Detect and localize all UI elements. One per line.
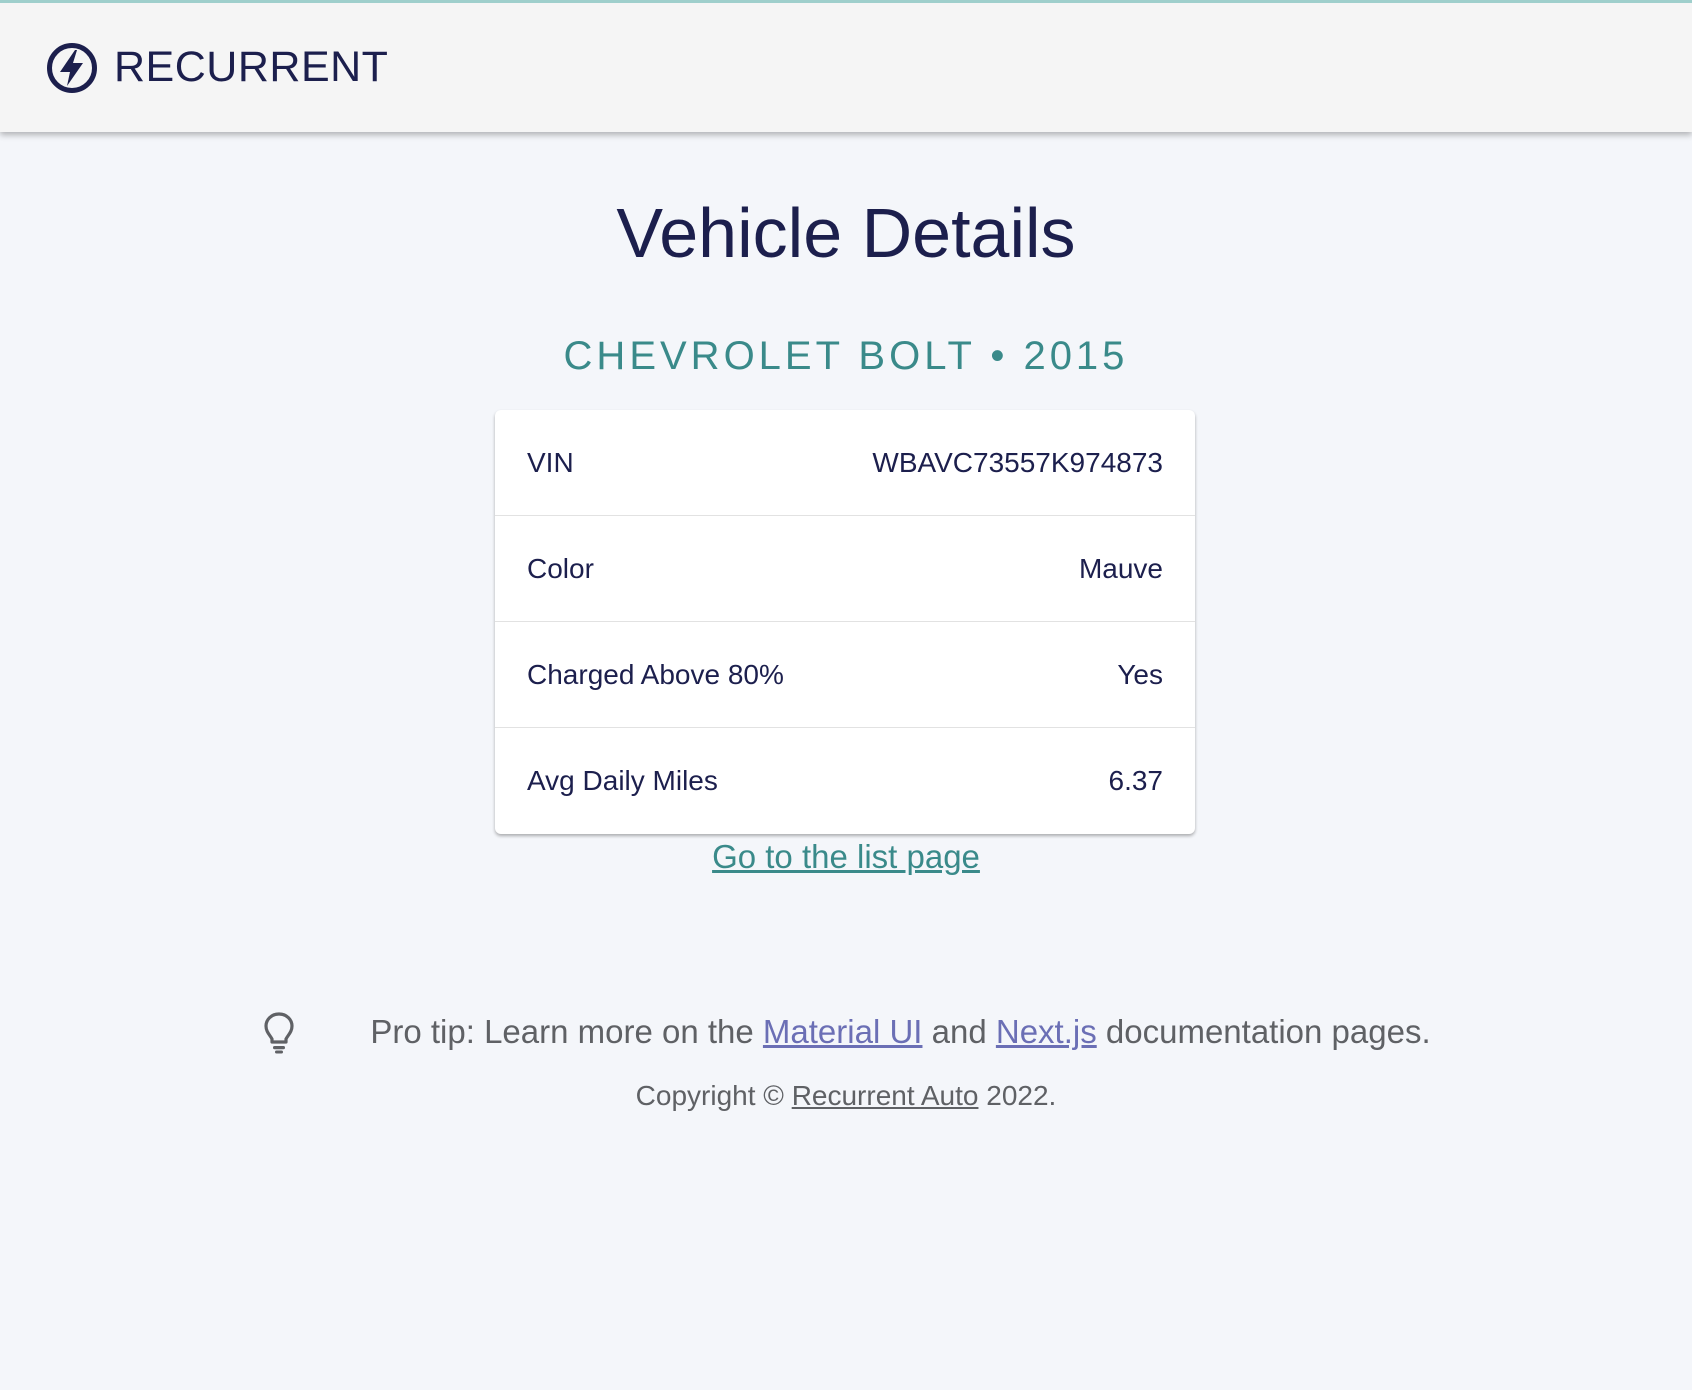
protip-suffix: documentation pages. <box>1096 1013 1431 1050</box>
protip-prefix: Pro tip: Learn more on the <box>370 1013 763 1050</box>
pro-tip: Pro tip: Learn more on the Material UI a… <box>0 982 1692 1081</box>
copyright-suffix: 2022. <box>978 1080 1057 1111</box>
app-bar: RECURRENT <box>0 0 1692 132</box>
lightning-bolt-circle-icon[interactable] <box>46 42 98 94</box>
brand-name[interactable]: RECURRENT <box>114 43 388 92</box>
vehicle-details-card: VIN WBAVC73557K974873 Color Mauve Charge… <box>495 410 1195 834</box>
detail-row-avg-miles: Avg Daily Miles 6.37 <box>495 728 1195 834</box>
lightbulb-icon <box>261 1010 297 1054</box>
detail-value: 6.37 <box>1108 765 1164 796</box>
nextjs-link[interactable]: Next.js <box>996 1013 1097 1050</box>
material-ui-link[interactable]: Material UI <box>763 1013 923 1050</box>
detail-value: Mauve <box>1078 552 1163 584</box>
protip-middle: and <box>922 1013 996 1050</box>
detail-value: WBAVC73557K974873 <box>872 446 1163 478</box>
detail-label: VIN <box>527 446 574 478</box>
page-title: Vehicle Details <box>616 194 1076 272</box>
detail-label: Charged Above 80% <box>527 658 784 690</box>
list-link-container: Go to the list page <box>0 840 1692 873</box>
detail-value: Yes <box>1117 658 1163 690</box>
copyright: Copyright © Recurrent Auto 2022. <box>0 1082 1692 1110</box>
vehicle-heading: CHEVROLET BOLT • 2015 <box>563 334 1129 378</box>
copyright-prefix: Copyright © <box>635 1080 792 1111</box>
detail-label: Avg Daily Miles <box>527 765 718 796</box>
detail-row-vin: VIN WBAVC73557K974873 <box>495 410 1195 516</box>
detail-row-charged: Charged Above 80% Yes <box>495 622 1195 728</box>
detail-label: Color <box>527 552 594 584</box>
recurrent-auto-link[interactable]: Recurrent Auto <box>792 1080 979 1111</box>
go-to-list-link[interactable]: Go to the list page <box>712 838 980 875</box>
detail-row-color: Color Mauve <box>495 516 1195 622</box>
